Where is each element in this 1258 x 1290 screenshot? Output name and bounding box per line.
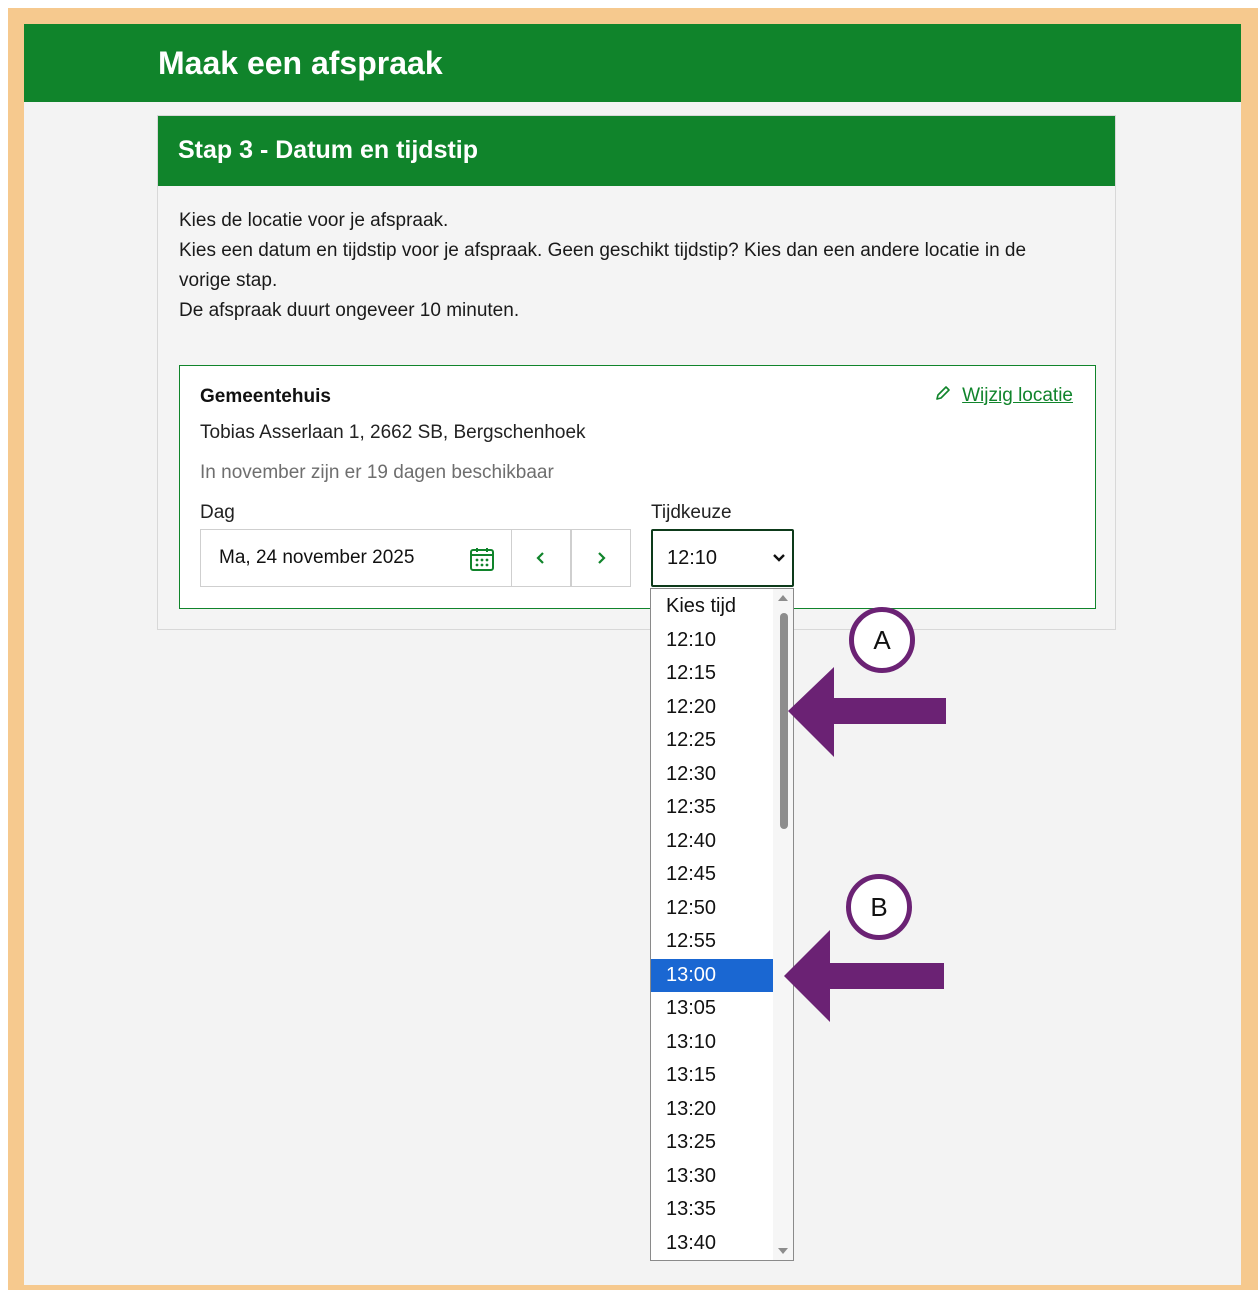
step-header: Stap 3 - Datum en tijdstip (158, 116, 1115, 186)
location-panel: Gemeentehuis Tobias Asserlaan 1, 2662 SB… (179, 365, 1096, 609)
time-option[interactable]: 13:40 (651, 1227, 774, 1260)
time-option[interactable]: 12:20 (651, 691, 774, 724)
next-day-button[interactable] (571, 529, 631, 587)
time-option[interactable]: 13:35 (651, 1193, 774, 1226)
chevron-down-icon (773, 554, 785, 562)
change-location-link[interactable]: Wijzig locatie (934, 384, 1073, 408)
time-select[interactable]: 12:10 (651, 529, 794, 587)
previous-day-button[interactable] (511, 529, 571, 587)
callout-a: A (849, 607, 915, 673)
step-card: Stap 3 - Datum en tijdstip Kies de locat… (157, 115, 1116, 630)
time-option[interactable]: 13:00 (651, 958, 774, 992)
time-option[interactable]: Kies tijd (651, 590, 774, 623)
scroll-down-icon[interactable] (778, 1247, 788, 1255)
time-option[interactable]: 12:25 (651, 724, 774, 757)
instruction-line: Kies de locatie voor je afspraak. (179, 210, 449, 231)
time-label: Tijdkeuze (651, 502, 732, 523)
time-option[interactable]: 13:05 (651, 992, 774, 1025)
location-name: Gemeentehuis (200, 386, 331, 407)
arrow-b-icon (784, 930, 944, 1022)
time-option[interactable]: 13:15 (651, 1059, 774, 1092)
time-option[interactable]: 12:30 (651, 758, 774, 791)
instruction-line: De afspraak duurt ongeveer 10 minuten. (179, 300, 520, 321)
date-value: Ma, 24 november 2025 (219, 547, 415, 568)
availability-text: In november zijn er 19 dagen beschikbaar (200, 462, 554, 483)
time-option[interactable]: 12:55 (651, 925, 774, 958)
date-input[interactable]: Ma, 24 november 2025 (200, 529, 512, 587)
time-option[interactable]: 13:10 (651, 1026, 774, 1059)
step-instructions: Kies de locatie voor je afspraak. Kies e… (179, 206, 1079, 326)
calendar-icon[interactable] (469, 546, 495, 578)
instruction-line: Kies een datum en tijdstip voor je afspr… (179, 240, 1027, 261)
time-option[interactable]: 12:50 (651, 892, 774, 925)
time-option[interactable]: 13:30 (651, 1160, 774, 1193)
instruction-line: vorige stap. (179, 270, 278, 291)
change-location-label: Wijzig locatie (962, 385, 1073, 406)
time-option[interactable]: 12:15 (651, 657, 774, 690)
day-label: Dag (200, 502, 235, 523)
chevron-left-icon (536, 552, 544, 564)
time-option[interactable]: 12:40 (651, 825, 774, 858)
time-dropdown-list[interactable]: Kies tijd 12:10 12:15 12:20 12:25 12:30 12:35 1… (650, 588, 794, 1261)
page-title: Maak een afspraak (158, 45, 443, 81)
callout-b-label: B (870, 891, 888, 922)
callout-a-label: A (873, 624, 891, 655)
time-select-value: 12:10 (667, 546, 718, 569)
step-title: Stap 3 - Datum en tijdstip (178, 136, 479, 164)
time-option[interactable]: 13:20 (651, 1093, 774, 1126)
chevron-right-icon (598, 552, 606, 564)
location-address: Tobias Asserlaan 1, 2662 SB, Bergschenho… (200, 422, 586, 443)
arrow-a-icon (788, 667, 946, 757)
time-option[interactable]: 12:45 (651, 858, 774, 891)
pencil-icon (934, 384, 952, 408)
time-option[interactable]: 12:10 (651, 624, 774, 657)
scroll-up-icon[interactable] (778, 594, 788, 602)
time-option[interactable]: 13:25 (651, 1126, 774, 1159)
time-option[interactable]: 12:35 (651, 791, 774, 824)
